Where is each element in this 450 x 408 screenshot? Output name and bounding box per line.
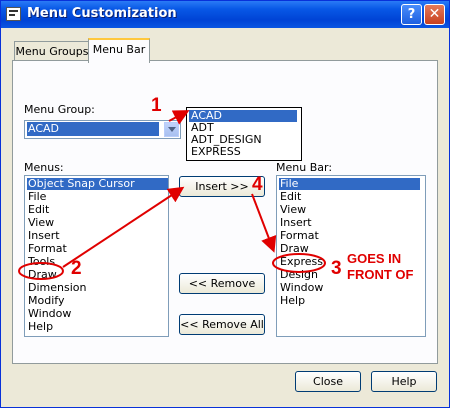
menu-customization-dialog: Menu Customization ? ✕ Menu Groups Menu … [0,0,450,408]
arrow-draw-to-insert [62,186,185,268]
step-2-label: 2 [71,258,82,279]
tab-menu-bar[interactable]: Menu Bar [88,38,150,63]
note-line-2: FRONT OF [347,267,414,282]
step-4-label: 4 [252,174,263,195]
tab-label: Menu Bar [92,43,146,56]
note-line-1: GOES IN [347,251,402,266]
step-3-label: 3 [331,258,342,279]
arrow-insert-to-express [251,193,277,253]
annotation-overlay [18,110,326,280]
circle-express [272,253,326,273]
arrow-to-dropdown [168,110,190,125]
step-1-label: 1 [151,95,162,116]
circle-draw [18,262,64,280]
